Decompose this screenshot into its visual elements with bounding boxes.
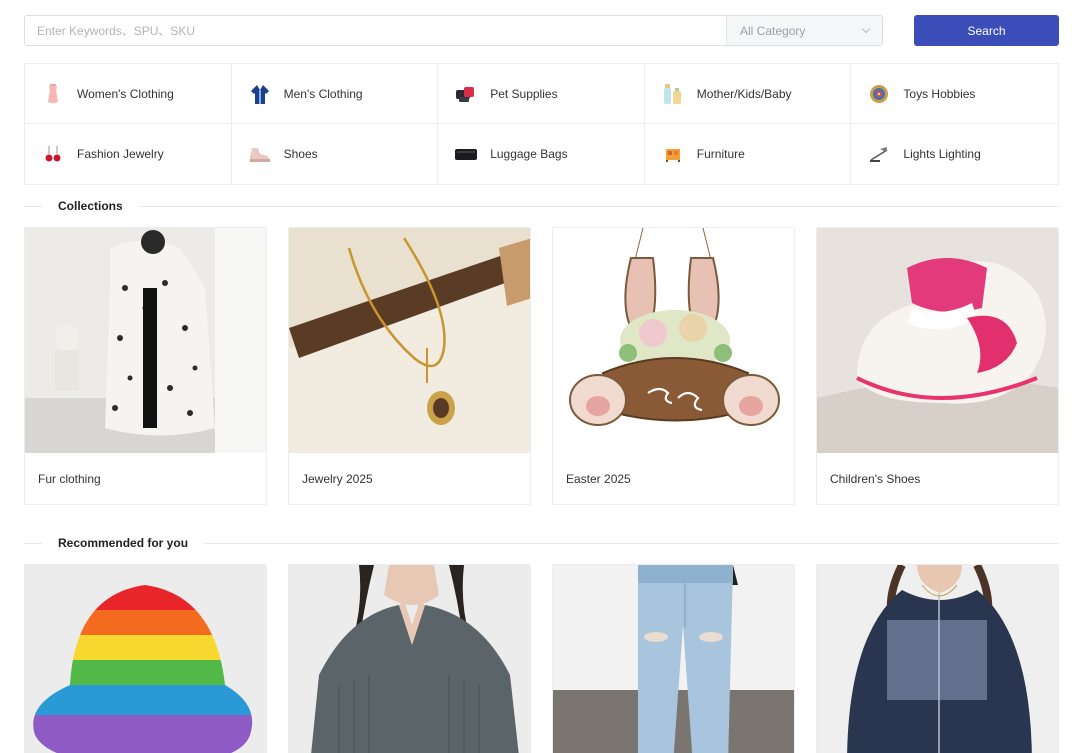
baby-bottle-icon xyxy=(661,82,685,106)
grey-knit-top-photo xyxy=(289,565,530,753)
mens-clothing-icon xyxy=(248,82,272,106)
earrings-icon xyxy=(41,142,65,166)
recommended-row xyxy=(24,564,1059,753)
collections-title: Collections xyxy=(58,199,123,213)
category-grid: Women's Clothing Men's Clothing Pet Supp… xyxy=(24,63,1059,185)
category-label: Men's Clothing xyxy=(283,86,363,101)
collection-label: Children's Shoes xyxy=(830,472,921,486)
collections-row: Fur clothing Jewelry 2025 Easter 2025 Ch… xyxy=(24,227,1059,505)
collection-card[interactable]: Easter 2025 xyxy=(552,227,795,505)
womens-clothing-icon xyxy=(41,82,65,106)
product-card[interactable] xyxy=(24,564,267,753)
toy-icon xyxy=(867,82,891,106)
category-label: Toys Hobbies xyxy=(903,86,976,101)
category-label: Pet Supplies xyxy=(490,86,558,101)
product-card[interactable] xyxy=(552,564,795,753)
collection-label: Easter 2025 xyxy=(566,472,631,486)
search-box: All Category xyxy=(24,15,883,46)
collection-label: Fur clothing xyxy=(38,472,101,486)
category-label: Furniture xyxy=(696,147,745,161)
category-select-value: All Category xyxy=(740,23,806,38)
pet-supplies-icon xyxy=(454,82,478,106)
divider xyxy=(24,205,42,207)
product-card[interactable] xyxy=(288,564,531,753)
collections-header: Collections xyxy=(24,198,1059,214)
category-womens-clothing[interactable]: Women's Clothing xyxy=(25,64,232,124)
collection-label: Jewelry 2025 xyxy=(302,472,373,486)
category-fashion-jewelry[interactable]: Fashion Jewelry xyxy=(25,124,232,184)
category-pet-supplies[interactable]: Pet Supplies xyxy=(438,64,645,124)
category-luggage-bags[interactable]: Luggage Bags xyxy=(438,124,645,184)
category-mens-clothing[interactable]: Men's Clothing xyxy=(231,64,439,124)
category-label: Fashion Jewelry xyxy=(77,147,164,161)
easter-bunny-sign-photo xyxy=(553,228,794,453)
category-label: Luggage Bags xyxy=(490,147,568,161)
category-label: Women's Clothing xyxy=(77,86,174,101)
category-toys-hobbies[interactable]: Toys Hobbies xyxy=(851,64,1058,124)
collection-card[interactable]: Children's Shoes xyxy=(816,227,1059,505)
recommended-header: Recommended for you xyxy=(24,535,1059,551)
recommended-title: Recommended for you xyxy=(58,536,189,550)
category-lights-lighting[interactable]: Lights Lighting xyxy=(851,124,1058,184)
crochet-baby-shoe-photo xyxy=(817,228,1058,453)
collection-card[interactable]: Jewelry 2025 xyxy=(288,227,531,505)
ripped-jeans-photo xyxy=(553,565,794,753)
category-shoes[interactable]: Shoes xyxy=(232,124,439,184)
search-input[interactable] xyxy=(25,16,726,45)
category-label: Lights Lighting xyxy=(903,147,981,161)
search-bar: All Category Search xyxy=(24,15,1059,46)
category-mother-kids-baby[interactable]: Mother/Kids/Baby xyxy=(644,64,852,124)
gold-necklace-photo xyxy=(289,228,530,453)
divider xyxy=(138,205,1059,207)
category-furniture[interactable]: Furniture xyxy=(645,124,852,184)
category-label: Shoes xyxy=(283,147,318,161)
collection-card[interactable]: Fur clothing xyxy=(24,227,267,505)
rainbow-bucket-hat-photo xyxy=(25,565,266,753)
shoe-icon xyxy=(248,142,272,166)
chevron-down-icon xyxy=(861,24,871,34)
lamp-icon xyxy=(867,142,891,166)
navy-zip-hoodie-photo xyxy=(817,565,1058,753)
fur-coat-photo xyxy=(25,228,266,453)
product-card[interactable] xyxy=(816,564,1059,753)
divider xyxy=(204,542,1059,544)
bag-icon xyxy=(454,142,478,166)
category-select[interactable]: All Category xyxy=(726,16,882,45)
category-label: Mother/Kids/Baby xyxy=(696,86,792,101)
furniture-icon xyxy=(661,142,685,166)
search-button[interactable]: Search xyxy=(914,15,1059,46)
divider xyxy=(24,542,42,544)
